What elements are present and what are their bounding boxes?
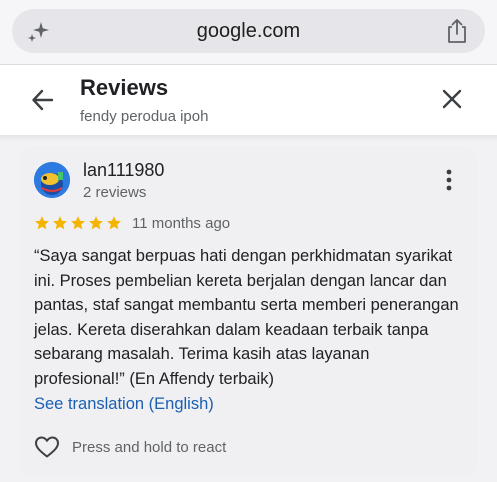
url-bar[interactable]: google.com — [12, 9, 485, 53]
star-rating — [34, 215, 122, 231]
see-translation-link[interactable]: See translation (English) — [34, 395, 214, 414]
back-arrow-icon[interactable] — [30, 87, 56, 113]
share-icon[interactable] — [445, 18, 469, 44]
review-card: lan111980 2 reviews 11 months ago “Saya … — [20, 146, 477, 476]
react-button[interactable]: Press and hold to react — [34, 433, 226, 461]
reviews-header: Reviews fendy perodua ipoh — [0, 65, 497, 135]
star-icon — [53, 216, 67, 230]
more-vert-icon[interactable] — [445, 168, 453, 192]
header-shadow — [0, 135, 497, 141]
avatar-image — [34, 162, 70, 198]
star-icon — [35, 216, 49, 230]
rating-row: 11 months ago — [34, 212, 230, 234]
heart-icon[interactable] — [34, 435, 60, 459]
page-subtitle: fendy perodua ipoh — [80, 108, 209, 125]
url-text[interactable]: google.com — [12, 20, 485, 43]
avatar[interactable] — [34, 162, 70, 198]
review-time: 11 months ago — [132, 214, 231, 232]
close-icon[interactable] — [439, 86, 465, 112]
star-icon — [107, 216, 121, 230]
page-title: Reviews — [80, 75, 169, 100]
review-text: “Saya sangat berpuas hati dengan perkhid… — [34, 247, 459, 388]
star-icon — [71, 216, 85, 230]
reviewer-review-count: 2 reviews — [83, 184, 147, 201]
reviewer-name[interactable]: lan111980 — [83, 160, 164, 181]
star-icon — [89, 216, 103, 230]
react-label: Press and hold to react — [72, 438, 227, 456]
browser-bar: google.com — [0, 0, 497, 64]
